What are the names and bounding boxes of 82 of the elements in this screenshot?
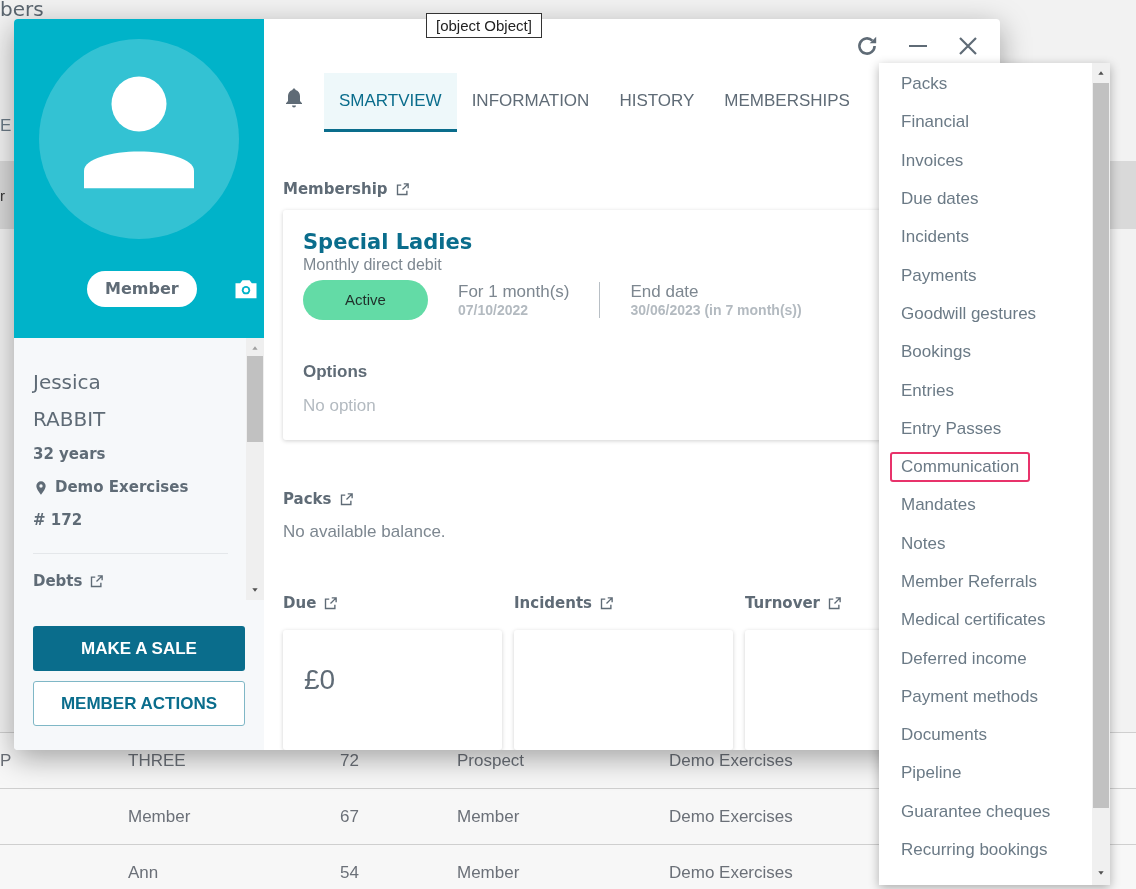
location-pin-icon [33,479,49,496]
table-cell: Ann [128,862,159,882]
actions-button[interactable]: MEMBER ACTIONS [33,681,245,726]
menu-item[interactable]: Pipeline [890,758,973,789]
scrollbar-thumb[interactable] [1093,83,1109,808]
tab[interactable]: HISTORY [604,73,710,132]
menu-item[interactable]: Deferred income [890,643,1038,674]
menu-item[interactable]: Recurring bookings [890,835,1059,866]
tab[interactable]: INFORMATION [456,73,605,132]
table-cell: THREE [128,750,186,770]
scroll-up-icon[interactable] [1096,69,1106,77]
menu-item[interactable]: Bookings [890,337,982,368]
options-heading: Options [303,362,368,382]
menu-item[interactable]: Mandates [890,490,987,521]
menu-item[interactable]: Communication [890,452,1031,483]
summary-heading: Incidents [514,594,592,612]
end-date: 30/06/2023 (in 7 month(s)) [630,302,802,318]
menu-item[interactable]: Entries [890,375,965,406]
toolbar-text: r [0,186,5,204]
first-name: Jessica [33,369,102,396]
sale-button[interactable]: MAKE A SALE [33,626,245,671]
table-cell: Demo Exercises [669,750,793,770]
menu-item[interactable]: Financial [890,107,981,138]
external-link-icon[interactable] [827,595,842,611]
last-name: RABBIT [33,406,107,433]
menu-item[interactable]: Due dates [890,184,990,215]
menu-item[interactable]: Entry Passes [890,413,1013,444]
menu-item[interactable]: Medical certificates [890,605,1057,636]
scrollbar[interactable] [246,338,264,600]
tooltip: [object Object] [426,13,542,38]
plan-name: Special Ladies [303,230,473,254]
table-cell: Member [457,806,520,826]
page-title: bers [0,0,44,19]
external-link-icon[interactable] [89,573,105,589]
amount-text: £0 [304,664,337,696]
tab[interactable]: MEMBERSHIPS [709,73,865,132]
status-pill: Active [303,280,428,320]
external-link-icon[interactable] [599,595,614,611]
club-name: Demo Exercises [55,477,189,498]
menu-item[interactable]: Goodwill gestures [890,298,1048,329]
duration-text: For 1 month(s) [458,282,570,302]
menu-item[interactable]: Payments [890,260,988,291]
menu-item[interactable]: Incidents [890,222,981,253]
menu-item[interactable]: Invoices [890,145,975,176]
member-number: # 172 [33,510,84,531]
table-cell: P [0,750,12,770]
table-cell: 67 [340,806,359,826]
packs-heading: Packs [283,490,332,508]
tab-label[interactable]: E [0,116,12,135]
table-cell: Member [457,862,520,882]
end-date-label: End date [630,282,700,302]
table-cell: 54 [340,862,359,882]
avatar-placeholder-icon [39,39,239,239]
menu-item[interactable]: Payment methods [890,681,1049,712]
options-text: No option [303,396,376,416]
menu-item[interactable]: Guarantee cheques [890,796,1062,827]
summary-heading: Turnover [745,594,820,612]
tab[interactable]: SMARTVIEW [324,73,457,132]
scrollbar-thumb[interactable] [247,356,263,442]
table-cell: Demo Exercises [669,806,793,826]
table-cell: Demo Exercises [669,862,793,882]
summary-heading: Due [283,594,317,612]
packs-text: No available balance. [283,522,447,542]
table-cell: Member [128,806,191,826]
menu-item[interactable]: Packs [890,69,959,100]
scrollbar[interactable] [1092,63,1110,885]
membership-heading: Membership [283,180,388,198]
table-cell: 72 [340,750,359,770]
external-link-icon[interactable] [323,595,339,611]
member-badge: Member [87,271,197,307]
external-link-icon[interactable] [394,181,410,197]
debts-heading: Debts [33,572,83,590]
menu-item[interactable]: Notes [890,528,957,559]
external-link-icon[interactable] [338,491,354,507]
menu-item[interactable]: Member Referrals [890,567,1049,597]
table-cell: Prospect [457,750,525,770]
age-text: 32 years [33,444,107,465]
start-date: 07/10/2022 [458,302,530,318]
menu-item[interactable]: Documents [890,720,998,751]
scroll-down-icon[interactable] [250,586,260,594]
payment-type: Monthly direct debit [303,256,442,274]
scroll-down-icon[interactable] [1096,869,1106,877]
